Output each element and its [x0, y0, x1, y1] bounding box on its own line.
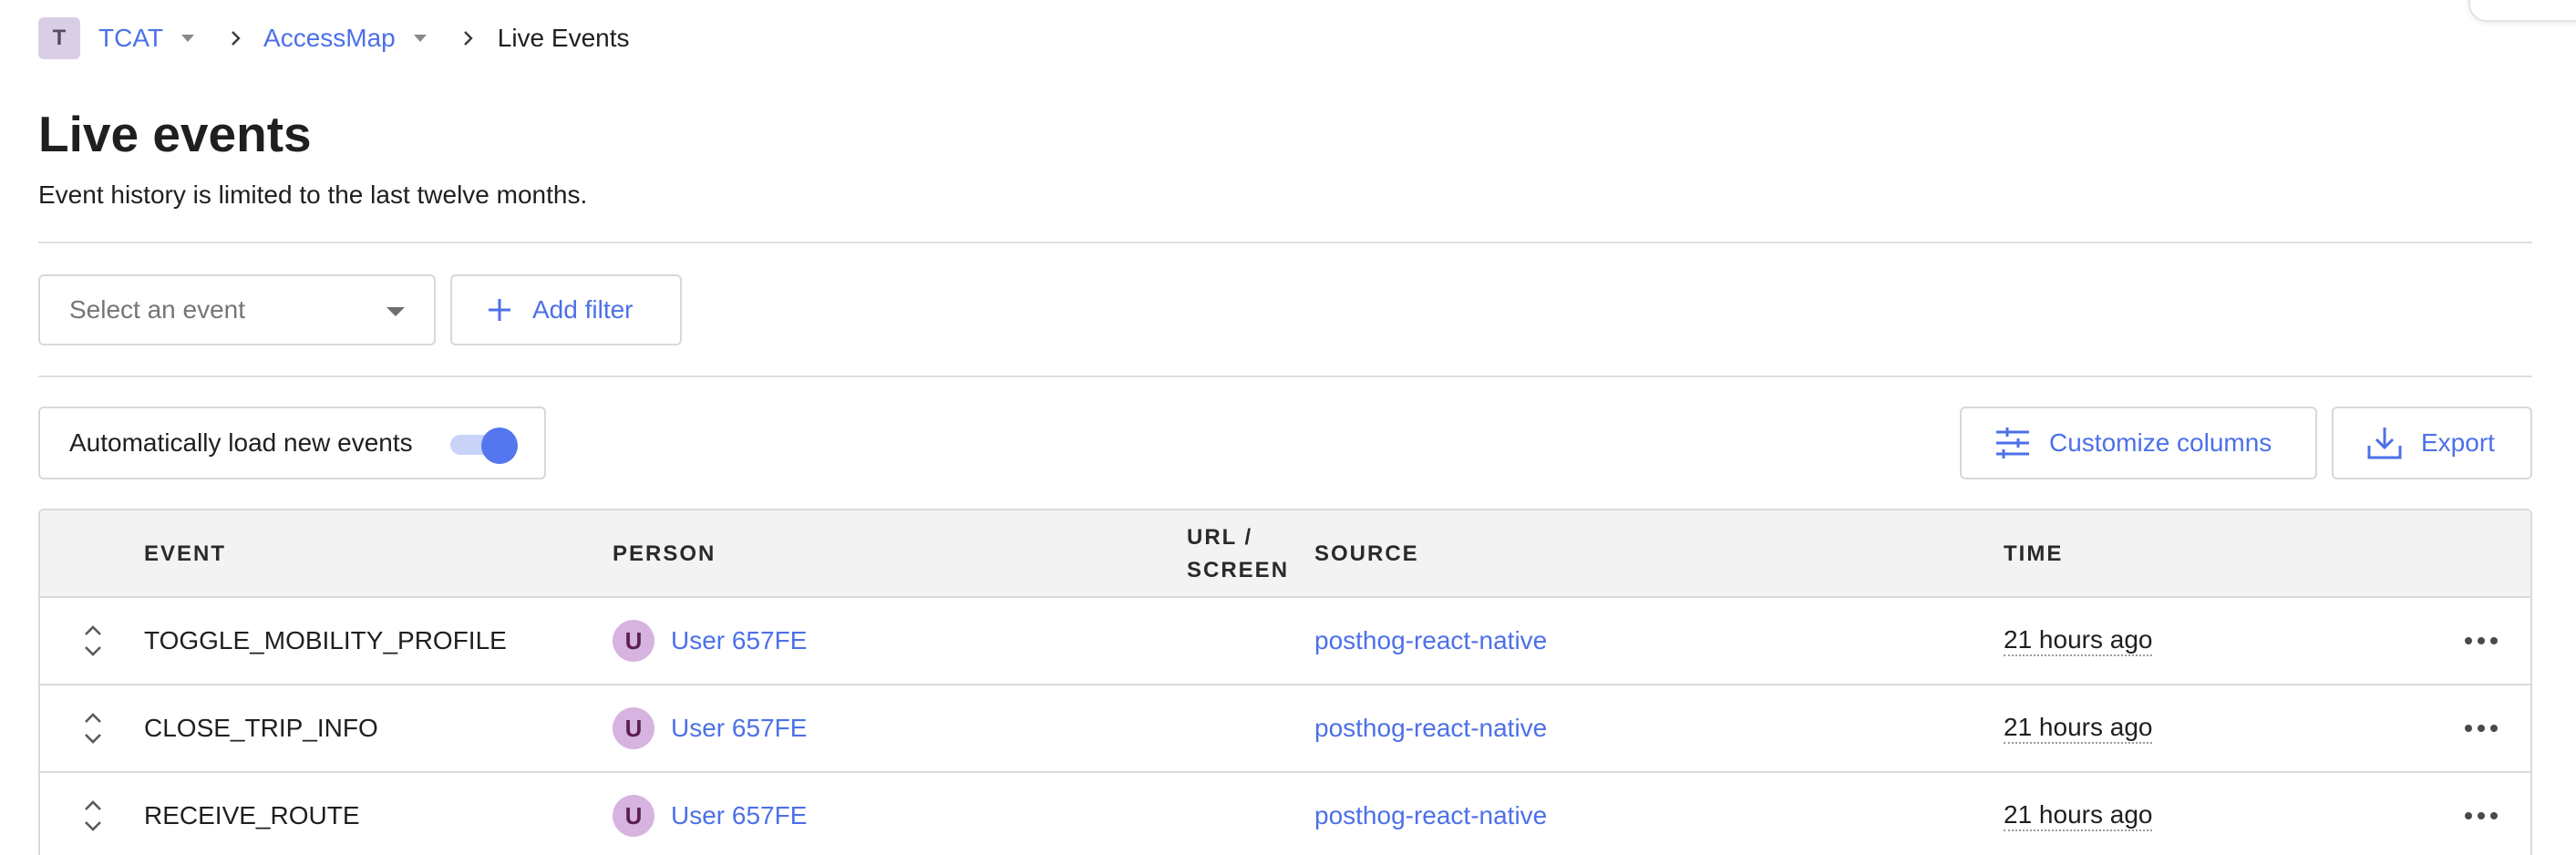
avatar: U	[613, 795, 654, 837]
breadcrumb-current: Live Events	[497, 24, 630, 52]
chevron-right-icon	[463, 30, 474, 46]
toggle-knob	[481, 428, 518, 464]
chevron-down-icon[interactable]	[181, 35, 195, 42]
column-header-time[interactable]: TIME	[2004, 538, 2063, 571]
column-header-person[interactable]: PERSON	[613, 538, 716, 571]
event-time: 21 hours ago	[2004, 685, 2153, 771]
source-link[interactable]: posthog-react-native	[1314, 685, 1547, 771]
table-row[interactable]: RECEIVE_ROUTE U User 657FE posthog-react…	[40, 773, 2530, 855]
event-name: RECEIVE_ROUTE	[144, 801, 360, 829]
events-table: EVENT PERSON URL / SCREEN SOURCE TIME TO…	[38, 509, 2532, 855]
chevron-right-icon	[231, 30, 242, 46]
expand-icon[interactable]	[82, 798, 104, 833]
page-title: Live events	[38, 106, 312, 162]
add-filter-label: Add filter	[532, 295, 634, 324]
plus-icon	[485, 295, 514, 324]
event-select-placeholder: Select an event	[69, 295, 246, 324]
customize-columns-button[interactable]: Customize columns	[1960, 407, 2317, 479]
customize-columns-label: Customize columns	[2049, 428, 2272, 457]
expand-icon[interactable]	[82, 711, 104, 746]
more-icon[interactable]	[2465, 809, 2498, 822]
column-header-url-line1[interactable]: URL /	[1187, 521, 1252, 554]
more-icon[interactable]	[2465, 722, 2498, 735]
person-name[interactable]: User 657FE	[671, 801, 807, 830]
download-icon	[2366, 426, 2403, 460]
page-subtitle: Event history is limited to the last twe…	[38, 180, 588, 209]
add-filter-button[interactable]: Add filter	[450, 274, 682, 345]
avatar: U	[613, 707, 654, 749]
time-value: 21 hours ago	[2004, 800, 2153, 831]
export-label: Export	[2421, 428, 2495, 457]
corner-widget[interactable]	[2468, 0, 2576, 22]
source-link[interactable]: posthog-react-native	[1314, 773, 1547, 855]
person-link[interactable]: U User 657FE	[613, 598, 807, 684]
breadcrumb-org[interactable]: TCAT	[98, 24, 163, 53]
chevron-down-icon	[386, 307, 405, 316]
person-link[interactable]: U User 657FE	[613, 685, 807, 771]
autoload-toggle[interactable]	[450, 428, 520, 464]
chevron-down-icon[interactable]	[413, 35, 427, 42]
event-time: 21 hours ago	[2004, 773, 2153, 855]
column-header-event[interactable]: EVENT	[144, 538, 226, 571]
person-name[interactable]: User 657FE	[671, 626, 807, 655]
table-row[interactable]: CLOSE_TRIP_INFO U User 657FE posthog-rea…	[40, 685, 2530, 773]
more-icon[interactable]	[2465, 634, 2498, 647]
column-header-url-line2[interactable]: SCREEN	[1187, 554, 1289, 587]
event-time: 21 hours ago	[2004, 598, 2153, 684]
org-avatar[interactable]: T	[38, 17, 80, 59]
divider	[38, 242, 2532, 243]
sliders-icon	[1994, 427, 2031, 459]
person-link[interactable]: U User 657FE	[613, 773, 807, 855]
column-header-source[interactable]: SOURCE	[1314, 538, 1419, 571]
time-value: 21 hours ago	[2004, 713, 2153, 744]
divider	[38, 376, 2532, 377]
avatar: U	[613, 620, 654, 662]
person-name[interactable]: User 657FE	[671, 714, 807, 743]
source-link[interactable]: posthog-react-native	[1314, 598, 1547, 684]
event-name: CLOSE_TRIP_INFO	[144, 714, 378, 742]
event-name: TOGGLE_MOBILITY_PROFILE	[144, 626, 507, 654]
table-row[interactable]: TOGGLE_MOBILITY_PROFILE U User 657FE pos…	[40, 598, 2530, 685]
breadcrumb-project[interactable]: AccessMap	[263, 24, 396, 53]
expand-icon[interactable]	[82, 623, 104, 658]
export-button[interactable]: Export	[2332, 407, 2532, 479]
autoload-label: Automatically load new events	[69, 428, 413, 457]
time-value: 21 hours ago	[2004, 625, 2153, 656]
event-select[interactable]: Select an event	[38, 274, 436, 345]
table-header: EVENT PERSON URL / SCREEN SOURCE TIME	[40, 510, 2530, 598]
autoload-control: Automatically load new events	[38, 407, 546, 479]
breadcrumb: T TCAT AccessMap Live Events	[38, 17, 630, 59]
